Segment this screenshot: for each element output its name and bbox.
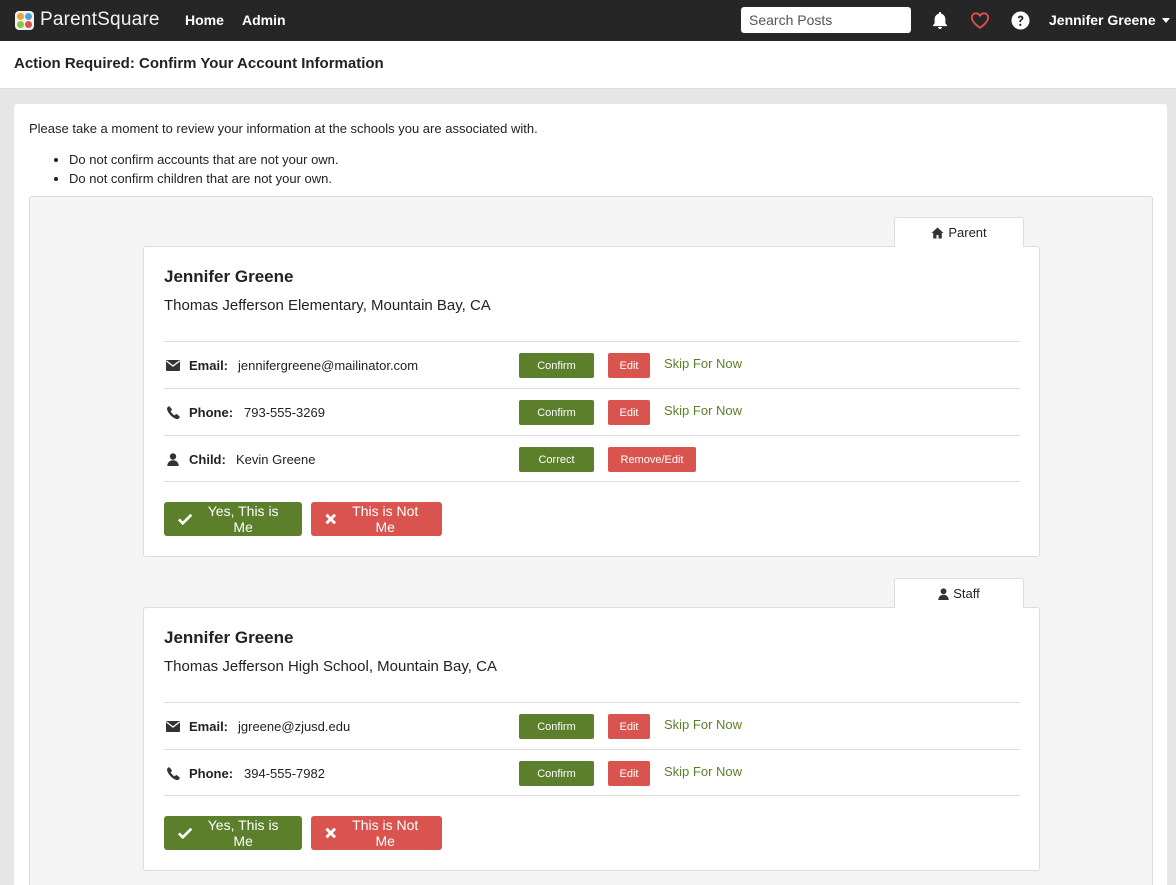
bell-icon[interactable]	[930, 10, 950, 30]
row-label: Phone:	[189, 405, 234, 420]
row-value: Kevin Greene	[236, 452, 316, 467]
row-label: Phone:	[189, 766, 234, 781]
skip-email-link[interactable]: Skip For Now	[664, 717, 742, 732]
user-name: Jennifer Greene	[1049, 12, 1156, 28]
button-label: This is Not Me	[352, 817, 419, 849]
info-row-email: Email: jennifergreene@mailinator.com Con…	[164, 341, 1020, 388]
row-label: Email:	[189, 358, 229, 373]
top-navbar: ParentSquare Home Admin Jennifer Greene	[0, 0, 1176, 41]
skip-email-link[interactable]: Skip For Now	[664, 356, 742, 371]
card-account-name: Jennifer Greene	[164, 628, 294, 647]
skip-phone-link[interactable]: Skip For Now	[664, 403, 742, 418]
edit-phone-button[interactable]: Edit	[608, 761, 650, 786]
role-label: Parent	[948, 225, 987, 240]
button-label: Yes, This is Me	[207, 503, 279, 535]
confirm-email-button[interactable]: Confirm	[519, 714, 594, 739]
phone-icon	[166, 766, 180, 780]
role-label: Staff	[953, 586, 980, 601]
user-icon	[938, 587, 949, 600]
account-card-parent: Jennifer Greene Thomas Jefferson Element…	[143, 246, 1040, 557]
nav-link-admin[interactable]: Admin	[242, 12, 286, 28]
info-row-email: Email: jgreene@zjusd.edu Confirm Edit Sk…	[164, 702, 1020, 749]
phone-icon	[166, 405, 180, 419]
confirm-phone-button[interactable]: Confirm	[519, 400, 594, 425]
page-header: Action Required: Confirm Your Account In…	[0, 41, 1176, 89]
user-menu-dropdown[interactable]: Jennifer Greene	[1049, 12, 1170, 28]
page-title: Action Required: Confirm Your Account In…	[14, 55, 384, 72]
yes-this-is-me-button[interactable]: Yes, This is Me	[164, 816, 302, 850]
instruction-list: Do not confirm accounts that are not you…	[54, 150, 339, 188]
check-icon	[178, 827, 193, 839]
user-icon	[166, 452, 180, 466]
skip-phone-link[interactable]: Skip For Now	[664, 764, 742, 779]
account-card-staff: Jennifer Greene Thomas Jefferson High Sc…	[143, 607, 1040, 871]
info-row-phone: Phone: 394-555-7982 Confirm Edit Skip Fo…	[164, 749, 1020, 796]
button-label: Yes, This is Me	[207, 817, 279, 849]
intro-text: Please take a moment to review your info…	[29, 121, 538, 136]
button-label: This is Not Me	[352, 503, 419, 535]
row-value: jgreene@zjusd.edu	[238, 719, 351, 734]
card-school-name: Thomas Jefferson Elementary, Mountain Ba…	[164, 297, 491, 314]
home-icon	[931, 227, 944, 238]
info-row-phone: Phone: 793-555-3269 Confirm Edit Skip Fo…	[164, 388, 1020, 435]
edit-email-button[interactable]: Edit	[608, 714, 650, 739]
brand-name: ParentSquare	[40, 9, 160, 30]
correct-child-button[interactable]: Correct	[519, 447, 594, 472]
accounts-well: Parent Jennifer Greene Thomas Jefferson …	[29, 196, 1153, 885]
search-input[interactable]	[741, 7, 911, 33]
instruction-item: Do not confirm accounts that are not you…	[69, 150, 339, 169]
card-account-name: Jennifer Greene	[164, 267, 294, 286]
parentsquare-logo-icon	[15, 10, 34, 30]
instruction-item: Do not confirm children that are not you…	[69, 169, 339, 188]
brand-logo[interactable]: ParentSquare	[15, 9, 160, 31]
info-row-child: Child: Kevin Greene Correct Remove/Edit	[164, 435, 1020, 482]
row-value: jennifergreene@mailinator.com	[238, 358, 419, 373]
row-label: Child:	[189, 452, 226, 467]
role-tab-staff: Staff	[894, 578, 1024, 608]
row-value: 394-555-7982	[244, 766, 325, 781]
main-panel: Please take a moment to review your info…	[14, 104, 1167, 885]
this-is-not-me-button[interactable]: This is Not Me	[311, 502, 442, 536]
role-tab-parent: Parent	[894, 217, 1024, 247]
heart-icon[interactable]	[970, 10, 990, 30]
x-icon	[325, 827, 337, 839]
x-icon	[325, 513, 337, 525]
edit-email-button[interactable]: Edit	[608, 353, 650, 378]
confirm-phone-button[interactable]: Confirm	[519, 761, 594, 786]
help-icon[interactable]	[1010, 10, 1030, 30]
remove-edit-child-button[interactable]: Remove/Edit	[608, 447, 696, 472]
envelope-icon	[166, 719, 180, 733]
yes-this-is-me-button[interactable]: Yes, This is Me	[164, 502, 302, 536]
row-value: 793-555-3269	[244, 405, 325, 420]
this-is-not-me-button[interactable]: This is Not Me	[311, 816, 442, 850]
edit-phone-button[interactable]: Edit	[608, 400, 650, 425]
row-label: Email:	[189, 719, 229, 734]
check-icon	[178, 513, 193, 525]
nav-link-home[interactable]: Home	[185, 12, 224, 28]
envelope-icon	[166, 358, 180, 372]
card-school-name: Thomas Jefferson High School, Mountain B…	[164, 658, 497, 675]
caret-down-icon	[1161, 17, 1170, 23]
confirm-email-button[interactable]: Confirm	[519, 353, 594, 378]
